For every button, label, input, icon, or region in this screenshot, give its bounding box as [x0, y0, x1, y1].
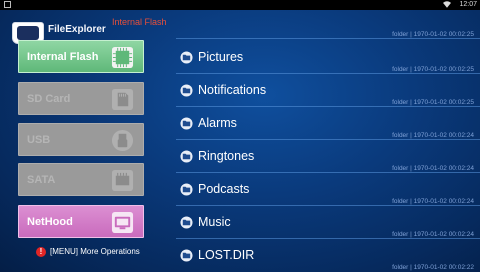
storage-label: SATA — [27, 174, 56, 186]
folder-icon — [180, 183, 193, 196]
storage-nethood-button[interactable]: NetHood — [18, 205, 144, 238]
storage-label: NetHood — [27, 216, 73, 228]
file-name: Pictures — [198, 50, 244, 64]
storage-label: USB — [27, 134, 51, 146]
storage-sd-card-button[interactable]: SD Card — [18, 82, 144, 115]
file-row-music[interactable]: Music folder | 1970-01-02 00:02:24 — [176, 206, 480, 239]
usb-icon — [111, 129, 134, 152]
file-name: Ringtones — [198, 149, 255, 163]
network-icon — [111, 211, 134, 234]
storage-label: SD Card — [27, 93, 71, 105]
file-meta: folder | 1970-01-02 00:02:24 — [392, 165, 474, 172]
menu-hint-text: [MENU] More Operations — [50, 247, 140, 256]
file-meta: folder | 1970-01-02 00:02:24 — [392, 198, 474, 205]
sata-icon — [111, 169, 134, 192]
folder-icon — [180, 51, 193, 64]
file-row-notifications[interactable]: Notifications folder | 1970-01-02 00:02:… — [176, 74, 480, 107]
folder-icon — [180, 249, 193, 262]
current-path: Internal Flash — [112, 17, 167, 27]
folder-icon — [180, 117, 193, 130]
storage-internal-flash-button[interactable]: Internal Flash — [18, 40, 144, 73]
file-row-pictures[interactable]: Pictures folder | 1970-01-02 00:02:25 — [176, 41, 480, 74]
storage-usb-button[interactable]: USB — [18, 123, 144, 156]
folder-icon — [180, 216, 193, 229]
app-title: FileExplorer — [48, 24, 106, 35]
file-meta: folder | 1970-01-02 00:02:22 — [392, 264, 474, 271]
folder-icon — [180, 150, 193, 163]
storage-sata-button[interactable]: SATA — [18, 163, 144, 196]
file-name: Notifications — [198, 83, 267, 97]
folder-icon — [180, 84, 193, 97]
notification-icon — [4, 1, 11, 8]
file-name: Alarms — [198, 116, 237, 130]
file-name: LOST.DIR — [198, 248, 255, 262]
file-meta: folder | 1970-01-02 00:02:25 — [392, 66, 474, 73]
file-meta: folder | 1970-01-02 00:02:25 — [392, 99, 474, 106]
file-name: Music — [198, 215, 231, 229]
flash-chip-icon — [111, 46, 134, 69]
status-bar: 12:07 — [0, 0, 480, 10]
partial-row-meta: folder | 1970-01-02 00:02:25 — [392, 31, 474, 38]
sd-card-icon — [111, 88, 134, 111]
file-row-ringtones[interactable]: Ringtones folder | 1970-01-02 00:02:24 — [176, 140, 480, 173]
file-row-alarms[interactable]: Alarms folder | 1970-01-02 00:02:24 — [176, 107, 480, 140]
storage-label: Internal Flash — [27, 51, 99, 63]
file-row-lost-dir[interactable]: LOST.DIR folder | 1970-01-02 00:02:22 — [176, 239, 480, 272]
file-meta: folder | 1970-01-02 00:02:24 — [392, 132, 474, 139]
warning-icon: ! — [36, 247, 46, 257]
list-divider — [176, 38, 480, 39]
file-name: Podcasts — [198, 182, 250, 196]
file-meta: folder | 1970-01-02 00:02:24 — [392, 231, 474, 238]
status-clock: 12:07 — [459, 1, 477, 8]
wifi-icon — [443, 1, 451, 8]
file-row-podcasts[interactable]: Podcasts folder | 1970-01-02 00:02:24 — [176, 173, 480, 206]
